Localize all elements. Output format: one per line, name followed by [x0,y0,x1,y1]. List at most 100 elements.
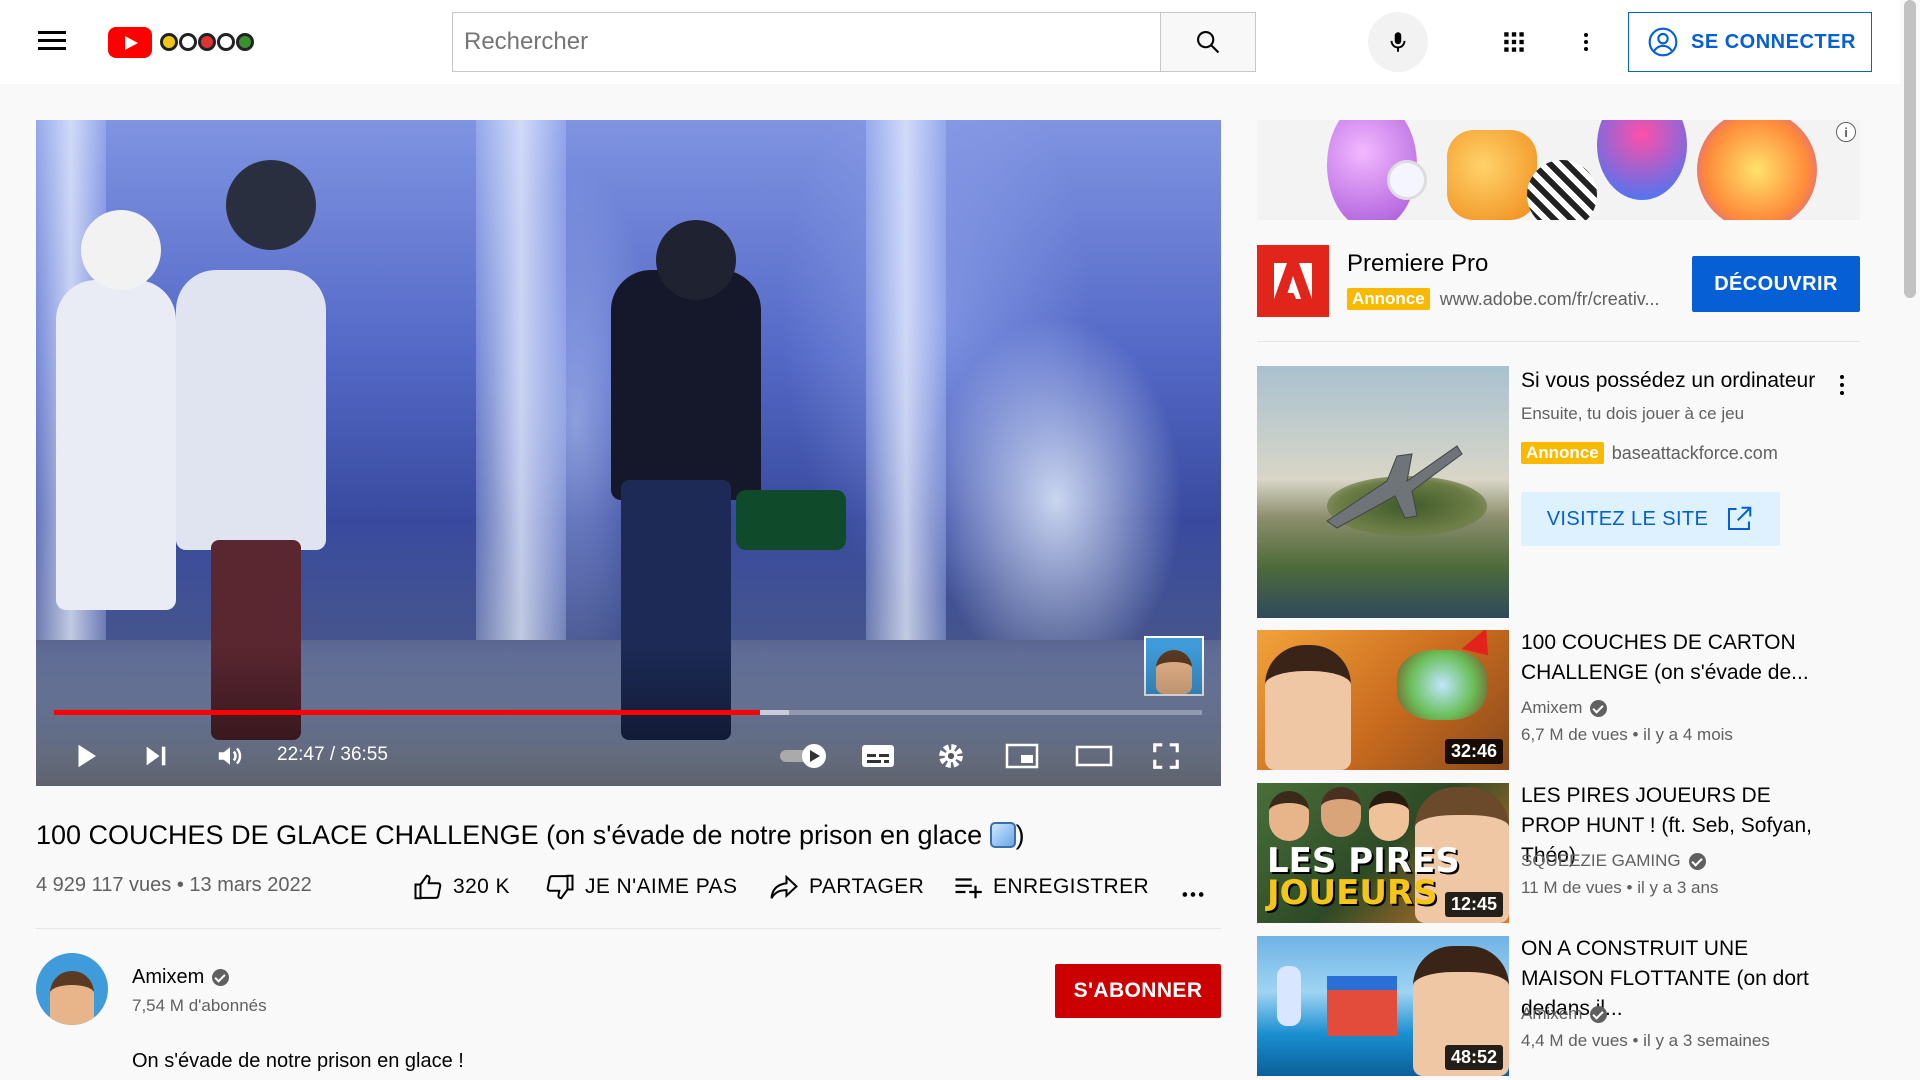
sign-in-label: SE CONNECTER [1691,30,1856,53]
doodle-decoration [160,33,254,51]
menu-icon[interactable] [36,26,68,58]
subscribe-button[interactable]: S'ABONNER [1055,964,1221,1018]
video-description: On s'évade de notre prison en glace ! [132,1050,464,1072]
video-thumbnail-2[interactable]: LES PIRES JOUEURS 12:45 [1257,783,1509,923]
youtube-play-logo-icon [108,26,152,58]
verified-icon [1590,699,1608,717]
sign-in-button[interactable]: SE CONNECTER [1628,12,1872,72]
youtube-logo[interactable] [108,24,254,60]
progress-played [54,710,761,715]
dislike-label: JE N'AIME PAS [585,875,738,898]
ad2-title[interactable]: Si vous possédez un ordinateur [1521,366,1831,396]
search-input[interactable] [453,13,1255,71]
ad2-info-line: Annonce baseattackforce.com [1521,442,1778,464]
settings-icon [939,744,963,768]
dislike-button[interactable]: JE N'AIME PAS [545,872,737,902]
channel-name-text: Amixem [132,966,205,988]
progress-bar[interactable] [54,710,1202,715]
subtitles-button[interactable] [856,734,900,778]
channel-text: Amixem [1521,1004,1583,1023]
visit-site-label: VISITEZ LE SITE [1546,507,1709,530]
share-button[interactable]: PARTAGER [769,872,924,902]
channel-text: SQUEEZIE GAMING [1521,851,1681,870]
meta-divider [36,928,1221,929]
more-actions-button[interactable] [1178,874,1208,908]
related-channel-3[interactable]: Amixem [1521,1004,1608,1024]
video-title-text: 100 COUCHES DE GLACE CHALLENGE (on s'éva… [36,820,983,850]
share-label: PARTAGER [809,875,925,898]
fullscreen-icon [1153,743,1179,769]
video-title: 100 COUCHES DE GLACE CHALLENGE (on s'éva… [36,820,1221,851]
voice-search-button[interactable] [1368,12,1428,72]
playlist-add-icon [955,878,982,899]
ad2-subtitle: Ensuite, tu dois jouer à ce jeu [1521,404,1745,423]
related-channel-1[interactable]: Amixem [1521,698,1608,718]
ad-info-icon[interactable]: i [1836,122,1856,142]
mic-icon [1390,32,1406,52]
thumb-up-icon [414,874,442,900]
duration-badge: 32:46 [1444,739,1503,764]
play-button[interactable] [64,734,108,778]
autoplay-toggle-icon [780,744,826,768]
like-button[interactable]: 320 K [413,872,510,902]
theater-icon [1075,745,1113,767]
channel-name[interactable]: Amixem [132,966,230,989]
thumb-down-icon [546,874,574,900]
search-box [452,12,1256,72]
thumb-text-2: JOUEURS [1267,873,1438,913]
ad2-domain[interactable]: baseattackforce.com [1612,443,1778,464]
settings-button[interactable] [929,734,973,778]
save-button[interactable]: ENREGISTRER [953,872,1149,902]
next-icon [146,746,166,766]
volume-icon [218,747,242,765]
time-display: 22:47 / 36:55 [277,744,388,765]
related-meta-3: 4,4 M de vues • il y a 3 semaines [1521,1031,1770,1050]
ad-badge: Annonce [1347,288,1430,310]
video-thumbnail-3[interactable]: 48:52 [1257,936,1509,1076]
channel-text: Amixem [1521,698,1583,717]
video-thumbnail-1[interactable]: 32:46 [1257,630,1509,770]
apps-button[interactable] [1494,22,1534,62]
ad2-more-icon[interactable] [1830,370,1854,400]
scrollbar-thumb[interactable] [1904,0,1916,298]
theater-mode-button[interactable] [1072,734,1116,778]
related-channel-2[interactable]: SQUEEZIE GAMING [1521,851,1706,871]
visit-site-button[interactable]: VISITEZ LE SITE [1521,492,1780,546]
ad-title[interactable]: Premiere Pro [1347,250,1488,278]
more-vert-icon [1584,33,1588,51]
subtitles-icon [862,745,894,767]
channel-avatar[interactable] [36,953,108,1025]
ad-url[interactable]: www.adobe.com/fr/creativ... [1440,289,1660,310]
mute-button[interactable] [208,734,252,778]
verified-icon [1590,1005,1608,1023]
related-meta-2: 11 M de vues • il y a 3 ans [1521,878,1719,897]
apps-icon [1504,32,1524,52]
verified-icon [212,969,230,986]
play-icon [78,744,96,768]
settings-menu-button[interactable] [1566,22,1606,62]
ice-cube-emoji-icon [989,822,1016,848]
related-meta-1: 6,7 M de vues • il y a 4 mois [1521,725,1733,744]
search-button[interactable] [1160,12,1256,72]
related-title-1[interactable]: 100 COUCHES DE CARTON CHALLENGE (on s'év… [1521,628,1831,688]
ad2-badge: Annonce [1521,442,1604,464]
duration-badge: 48:52 [1444,1045,1503,1070]
share-icon [770,874,798,899]
autoplay-toggle[interactable] [776,734,832,778]
discover-button[interactable]: DÉCOUVRIR [1692,256,1860,312]
ad-info-line: Annonce www.adobe.com/fr/creativ... [1347,288,1659,310]
verified-icon [1688,852,1706,870]
sidebar-divider [1257,341,1860,342]
ad-banner-image[interactable] [1257,120,1860,220]
jet-icon [1326,445,1463,529]
views-and-date: 4 929 117 vues • 13 mars 2022 [36,874,312,896]
fullscreen-button[interactable] [1144,734,1188,778]
page-scrollbar[interactable] [1900,0,1920,1080]
more-horiz-icon [1182,892,1204,897]
ad-thumbnail[interactable] [1257,366,1509,618]
next-button[interactable] [134,734,178,778]
adobe-logo-icon[interactable] [1257,245,1329,317]
miniplayer-button[interactable] [1000,734,1044,778]
video-player[interactable]: 22:47 / 36:55 [36,120,1221,786]
open-in-new-icon [1728,506,1752,530]
